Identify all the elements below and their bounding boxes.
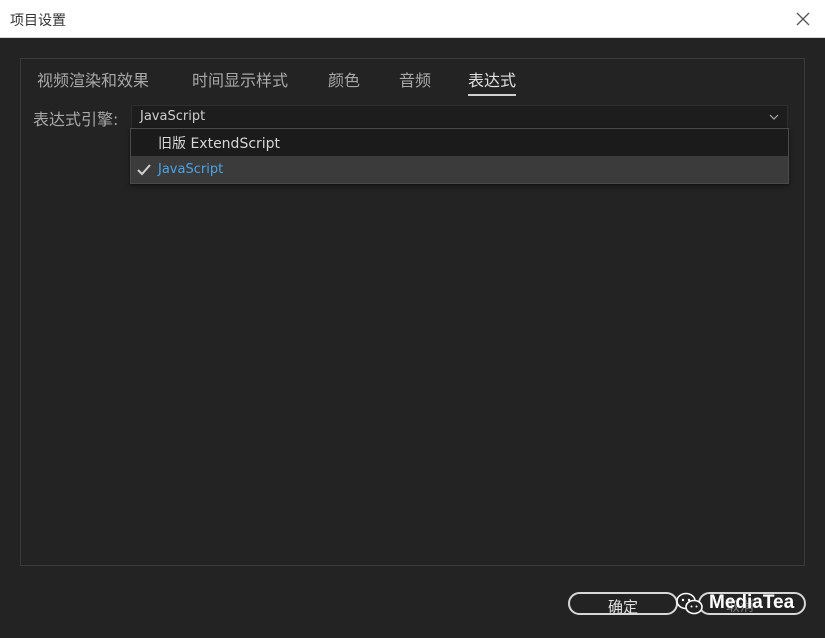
tab-color[interactable]: 颜色 (328, 67, 360, 91)
checkmark-icon (137, 164, 151, 176)
tab-audio[interactable]: 音频 (399, 67, 431, 91)
close-icon (796, 12, 810, 26)
chevron-down-icon (769, 114, 779, 120)
expression-engine-value: JavaScript (140, 109, 206, 124)
wechat-icon (676, 592, 703, 615)
window-title: 项目设置 (10, 13, 66, 29)
tab-expressions[interactable]: 表达式 (468, 67, 517, 96)
expression-engine-select[interactable]: JavaScript (131, 105, 788, 129)
option-javascript[interactable]: JavaScript (131, 156, 788, 183)
ok-button[interactable]: 确定 (568, 592, 678, 616)
active-tab-indicator (468, 94, 517, 96)
expression-engine-label: 表达式引擎: (33, 110, 119, 129)
watermark-text: MediaTea (709, 592, 795, 613)
option-label: 旧版 ExtendScript (158, 136, 281, 152)
option-label: JavaScript (158, 162, 224, 177)
project-settings-dialog: 项目设置 视频渲染和效果 时间显示样式 颜色 音频 表达式 表达式引擎: Jav… (0, 0, 825, 638)
title-bar: 项目设置 (0, 0, 825, 38)
tab-time-display[interactable]: 时间显示样式 (192, 67, 288, 91)
close-button[interactable] (791, 7, 815, 31)
tab-expressions-label: 表达式 (468, 71, 517, 90)
expression-engine-dropdown: 旧版 ExtendScript JavaScript (130, 128, 789, 184)
tab-video-rendering[interactable]: 视频渲染和效果 (37, 67, 149, 91)
ok-button-label: 确定 (607, 598, 638, 616)
option-legacy-extendscript[interactable]: 旧版 ExtendScript (131, 129, 788, 156)
